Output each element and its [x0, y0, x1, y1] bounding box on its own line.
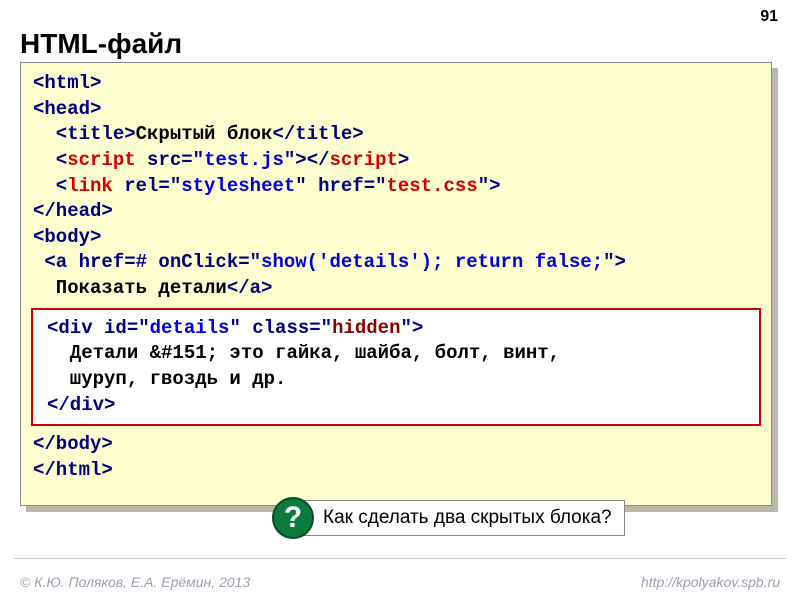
- highlighted-code-box: <div id="details" class="hidden"> Детали…: [31, 308, 761, 427]
- page-number: 91: [760, 8, 778, 26]
- code-line: шуруп, гвоздь и др.: [47, 367, 745, 393]
- code-line: <div id="details" class="hidden">: [47, 316, 745, 342]
- tag: </div>: [47, 394, 115, 416]
- tag: <head>: [33, 98, 101, 120]
- tag: </body>: [33, 433, 113, 455]
- footer-divider: [14, 558, 786, 559]
- tag: " href=": [295, 175, 386, 197]
- tag: >: [398, 149, 409, 171]
- tag: </html>: [33, 459, 113, 481]
- footer-copyright: © К.Ю. Поляков, Е.А. Ерёмин, 2013: [20, 574, 250, 590]
- code-line: </html>: [33, 458, 759, 484]
- question-callout: ? Как сделать два скрытых блока?: [272, 497, 625, 539]
- tag: ">: [478, 175, 501, 197]
- value: test.js: [204, 149, 284, 171]
- code-line: <a href=# onClick="show('details'); retu…: [33, 250, 759, 276]
- value: test.css: [387, 175, 478, 197]
- code-block: <html> <head> <title>Скрытый блок</title…: [20, 62, 772, 506]
- page-title: HTML-файл: [20, 28, 182, 60]
- text: Детали &#151; это гайка, шайба, болт, ви…: [47, 342, 560, 364]
- code-line: <html>: [33, 71, 759, 97]
- tag: " class=": [229, 317, 332, 339]
- keyword: script: [67, 149, 135, 171]
- tag: ">: [603, 251, 626, 273]
- question-text: Как сделать два скрытых блока?: [294, 500, 625, 536]
- tag: </title>: [272, 123, 363, 145]
- tag: </a>: [227, 277, 273, 299]
- tag: <div id=": [47, 317, 150, 339]
- text: Скрытый блок: [136, 123, 273, 145]
- code-line: <body>: [33, 225, 759, 251]
- code-line: </head>: [33, 199, 759, 225]
- code-line: <head>: [33, 97, 759, 123]
- footer-url: http://kpolyakov.spb.ru: [641, 574, 780, 590]
- tag: <body>: [33, 226, 101, 248]
- tag: ">: [401, 317, 424, 339]
- tag: <a href=# onClick=": [33, 251, 261, 273]
- tag: <: [33, 149, 67, 171]
- code-line: Показать детали</a>: [33, 276, 759, 302]
- tag: <html>: [33, 72, 101, 94]
- value: show('details'); return false;: [261, 251, 603, 273]
- tag: <title>: [33, 123, 136, 145]
- code-line: Детали &#151; это гайка, шайба, болт, ви…: [47, 341, 745, 367]
- code-line: <title>Скрытый блок</title>: [33, 122, 759, 148]
- value: stylesheet: [181, 175, 295, 197]
- code-line: </div>: [47, 393, 745, 419]
- tag: src=": [136, 149, 204, 171]
- value: details: [150, 317, 230, 339]
- keyword: link: [67, 175, 113, 197]
- code-line: </body>: [33, 432, 759, 458]
- tag: </head>: [33, 200, 113, 222]
- code-line: <script src="test.js"></script>: [33, 148, 759, 174]
- value: hidden: [332, 317, 400, 339]
- code-line: <link rel="stylesheet" href="test.css">: [33, 174, 759, 200]
- text: шуруп, гвоздь и др.: [47, 368, 286, 390]
- question-mark-icon: ?: [272, 497, 314, 539]
- tag: rel=": [113, 175, 181, 197]
- tag: <: [33, 175, 67, 197]
- text: Показать детали: [33, 277, 227, 299]
- tag: "></: [284, 149, 330, 171]
- keyword: script: [330, 149, 398, 171]
